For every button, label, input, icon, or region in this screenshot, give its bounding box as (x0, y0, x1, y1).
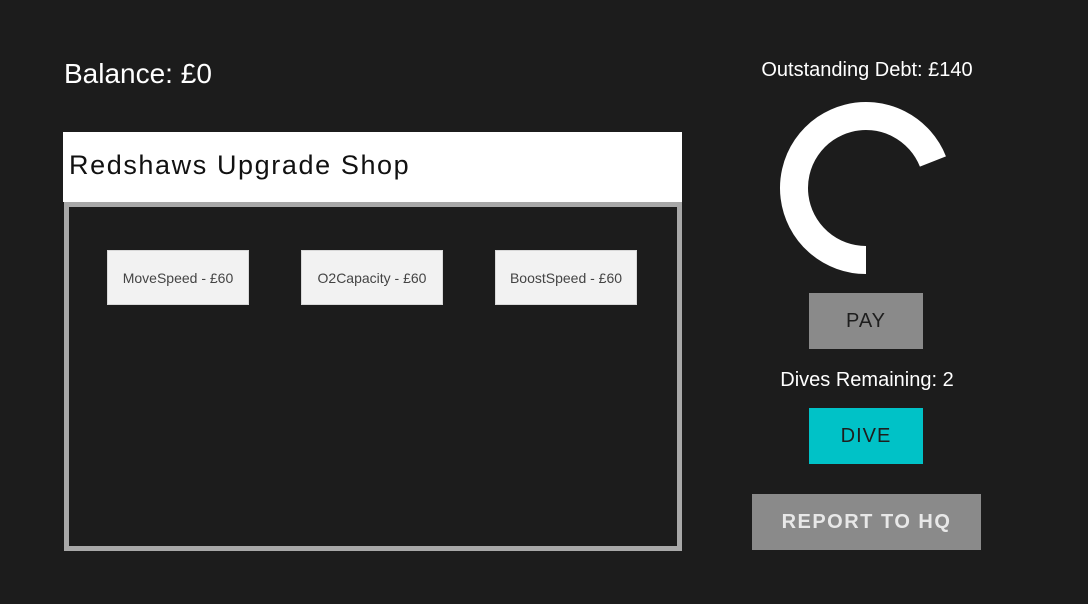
pay-button[interactable]: PAY (809, 293, 923, 349)
debt-progress-gauge (780, 102, 946, 274)
dive-button[interactable]: DIVE (809, 408, 923, 464)
upgrade-boostspeed-button[interactable]: BoostSpeed - £60 (495, 250, 637, 305)
shop-panel: MoveSpeed - £60 O2Capacity - £60 BoostSp… (64, 202, 682, 551)
game-screen: Balance: £0 Redshaws Upgrade Shop MoveSp… (0, 0, 1088, 604)
outstanding-debt-label: Outstanding Debt: £140 (761, 59, 973, 81)
debt-gauge-arc (780, 102, 946, 274)
shop-header: Redshaws Upgrade Shop (63, 132, 682, 202)
dives-remaining-label: Dives Remaining: 2 (780, 369, 954, 391)
shop-title: Redshaws Upgrade Shop (69, 150, 411, 180)
balance-label: Balance: £0 (64, 58, 212, 89)
upgrade-movespeed-button[interactable]: MoveSpeed - £60 (107, 250, 249, 305)
report-to-hq-button[interactable]: REPORT TO HQ (752, 494, 981, 550)
upgrade-o2capacity-button[interactable]: O2Capacity - £60 (301, 250, 443, 305)
